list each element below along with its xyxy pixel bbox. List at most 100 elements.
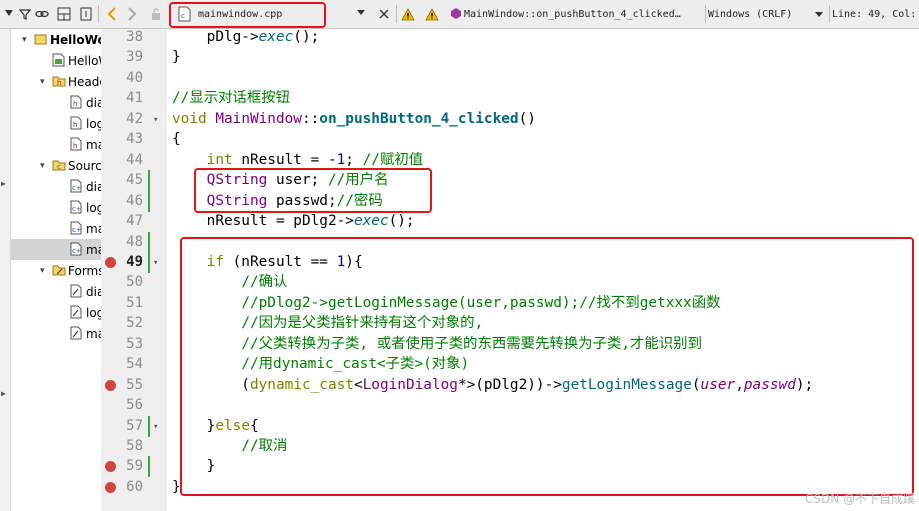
svg-text:h: h: [57, 79, 61, 87]
expand-arrow-icon[interactable]: ▾: [40, 266, 45, 276]
split-arrows-icon[interactable]: [2, 4, 16, 24]
tree-item[interactable]: dial: [0, 281, 101, 302]
tree-item[interactable]: log: [0, 302, 101, 323]
encoding-combo[interactable]: Windows (CRLF): [708, 4, 828, 24]
tree-item[interactable]: mai: [0, 323, 101, 344]
code-text: //显示对话框按钮: [172, 90, 291, 107]
tree-item-label: mai: [86, 242, 101, 257]
code-line[interactable]: 40: [101, 68, 919, 89]
change-marker: [148, 415, 150, 437]
line-number: 51: [126, 294, 143, 311]
fold-arrow-icon[interactable]: ▾: [153, 115, 158, 125]
cpp-file-icon: c+: [70, 221, 83, 235]
tree-item[interactable]: h mai: [0, 134, 101, 155]
function-symbol-combo[interactable]: MainWindow::on_pushButton_4_clicked…: [450, 4, 706, 24]
tree-item[interactable]: ▾ HelloWo: [0, 29, 101, 50]
split-horizontal-icon[interactable]: [56, 4, 72, 24]
warning-icon[interactable]: [400, 4, 416, 24]
tree-item-label: Source: [68, 158, 101, 173]
code-line[interactable]: 47 nResult = pDlg2->exec();: [101, 211, 919, 232]
tree-item-label: mai: [86, 326, 101, 341]
annotation-box-if-block: [180, 237, 914, 496]
code-line[interactable]: 42 ▾ void MainWindow::on_pushButton_4_clic…: [101, 109, 919, 130]
line-number: 49: [126, 253, 143, 270]
close-icon[interactable]: [376, 4, 392, 24]
headers-folder-icon: h: [52, 74, 66, 88]
triangle-right-icon: ▶: [1, 179, 6, 188]
tree-item-label: dial: [86, 179, 101, 194]
svg-text:h: h: [73, 142, 77, 150]
ui-file-icon: [70, 326, 83, 340]
editor-toolbar: c mainwindow.cpp MainWindow::on_pushButt…: [0, 0, 919, 29]
ui-file-icon: [70, 305, 83, 319]
change-marker: [148, 190, 150, 212]
tree-item[interactable]: c+ log: [0, 197, 101, 218]
svg-text:c+: c+: [72, 247, 82, 255]
forward-arrow-icon[interactable]: [124, 4, 140, 24]
code-line[interactable]: 38 pDlg->exec();: [101, 29, 919, 48]
code-text: void MainWindow::on_pushButton_4_clicked…: [172, 110, 536, 127]
expand-arrow-icon[interactable]: ▾: [22, 35, 27, 45]
tree-item[interactable]: c+ dial: [0, 176, 101, 197]
tree-item-label: mai: [86, 137, 101, 152]
tree-item-label: log: [86, 305, 101, 320]
ui-file-icon: [70, 284, 83, 298]
change-marker: [148, 251, 150, 273]
function-name: MainWindow::on_pushButton_4_clicked…: [464, 8, 681, 20]
svg-text:c+: c+: [72, 205, 82, 213]
code-line[interactable]: 41 //显示对话框按钮: [101, 88, 919, 109]
line-number: 53: [126, 335, 143, 352]
tree-item[interactable]: HelloW: [0, 50, 101, 71]
tree-item[interactable]: c+ mai: [0, 218, 101, 239]
lock-icon: [148, 4, 164, 24]
pro-file-icon: [52, 53, 65, 67]
svg-text:c+: c+: [72, 184, 82, 192]
filter-icon[interactable]: [18, 4, 32, 24]
line-number: 38: [126, 29, 143, 45]
line-number: 41: [126, 90, 143, 107]
line-number: 59: [126, 458, 143, 475]
tree-collapse-strip[interactable]: ▶ ▶: [0, 29, 11, 511]
header-file-icon: h: [70, 137, 83, 151]
line-number: 58: [126, 438, 143, 454]
code-line[interactable]: 39}: [101, 47, 919, 68]
cpp-file-icon: c+: [70, 242, 83, 256]
warning-icon[interactable]: [424, 4, 440, 24]
tree-item-label: HelloW: [68, 53, 101, 68]
tree-item-label: HelloWo: [50, 32, 101, 47]
line-number: 55: [126, 376, 143, 393]
tree-item-label: Heade: [68, 74, 101, 89]
tree-item[interactable]: ▾ h Heade: [0, 71, 101, 92]
line-number: 42: [126, 110, 143, 127]
code-line[interactable]: 43 {: [101, 129, 919, 150]
sources-folder-icon: c: [52, 158, 66, 172]
tree-item[interactable]: ▾ Forms: [0, 260, 101, 281]
function-icon: [450, 7, 462, 22]
close-split-icon[interactable]: [78, 4, 94, 24]
annotation-box-declarations: [194, 168, 432, 213]
tree-item-label: log: [86, 200, 101, 215]
fold-arrow-icon[interactable]: ▾: [153, 422, 158, 432]
tree-item[interactable]: c+ mai: [0, 239, 101, 260]
chevron-down-icon: [356, 7, 366, 20]
link-icon[interactable]: [34, 4, 50, 24]
change-marker: [148, 170, 150, 192]
expand-arrow-icon[interactable]: ▾: [40, 77, 45, 87]
code-text: pDlg->exec();: [172, 29, 320, 45]
fold-arrow-icon[interactable]: ▾: [153, 258, 158, 268]
watermark: CSDN @不下自成蹊: [804, 492, 915, 506]
project-folder-icon: [34, 32, 47, 46]
tree-item[interactable]: ▾ c Source: [0, 155, 101, 176]
line-number: 57: [126, 417, 143, 434]
back-arrow-icon[interactable]: [104, 4, 120, 24]
change-marker: [148, 231, 150, 253]
tree-item[interactable]: h dial: [0, 92, 101, 113]
code-text: {: [172, 131, 181, 148]
line-number: 54: [126, 356, 143, 373]
cpp-file-icon: c+: [70, 200, 83, 214]
tree-item[interactable]: h log: [0, 113, 101, 134]
chevron-down-icon: [814, 9, 824, 22]
line-number: 43: [126, 131, 143, 148]
expand-arrow-icon[interactable]: ▾: [40, 161, 45, 171]
cursor-position[interactable]: Line: 49, Col: 1: [832, 4, 919, 24]
